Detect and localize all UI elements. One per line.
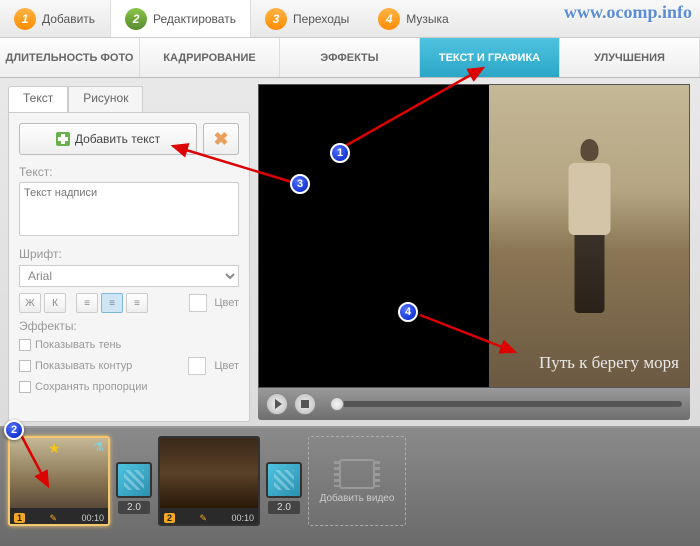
- step-music[interactable]: 4Музыка: [364, 0, 463, 37]
- film-icon: [339, 459, 375, 489]
- marker-1: 1: [330, 143, 350, 163]
- play-button[interactable]: [266, 393, 288, 415]
- font-select[interactable]: Arial: [19, 265, 239, 287]
- panel-tab-text[interactable]: Текст: [8, 86, 68, 112]
- tab-crop[interactable]: КАДРИРОВАНИЕ: [140, 38, 280, 77]
- preview-canvas[interactable]: Путь к берегу моря: [258, 84, 690, 388]
- caption-textarea[interactable]: [19, 182, 239, 236]
- watermark: www.ocomp.info: [564, 2, 692, 23]
- preview-caption[interactable]: Путь к берегу моря: [539, 353, 679, 373]
- shadow-checkbox[interactable]: [19, 339, 31, 351]
- align-center-button[interactable]: ≡: [101, 293, 123, 313]
- tab-enhance[interactable]: УЛУЧШЕНИЯ: [560, 38, 700, 77]
- play-icon: [275, 399, 282, 409]
- seek-bar[interactable]: [330, 401, 682, 407]
- italic-button[interactable]: К: [44, 293, 66, 313]
- text-label: Текст:: [19, 165, 239, 179]
- add-video-button[interactable]: Добавить видео: [308, 436, 406, 526]
- timeline-clip-1[interactable]: ★⚗ 1✎00:10: [8, 436, 110, 526]
- step-transitions[interactable]: 3Переходы: [251, 0, 364, 37]
- keep-ratio-checkbox[interactable]: [19, 381, 31, 393]
- stop-button[interactable]: [294, 393, 316, 415]
- marker-2: 2: [4, 420, 24, 440]
- edit-sub-tabs: ДЛИТЕЛЬНОСТЬ ФОТО КАДРИРОВАНИЕ ЭФФЕКТЫ Т…: [0, 38, 700, 78]
- outline-checkbox[interactable]: [19, 360, 31, 372]
- panel-tab-image[interactable]: Рисунок: [68, 86, 143, 112]
- delete-text-button[interactable]: ✖: [203, 123, 239, 155]
- plus-icon: [56, 132, 70, 146]
- seek-thumb[interactable]: [330, 397, 344, 411]
- flask-icon: ⚗: [93, 440, 104, 454]
- step-add[interactable]: 1Добавить: [0, 0, 110, 37]
- tab-text-graphics[interactable]: ТЕКСТ И ГРАФИКА: [420, 38, 560, 77]
- add-text-button[interactable]: Добавить текст: [19, 123, 197, 155]
- tab-effects[interactable]: ЭФФЕКТЫ: [280, 38, 420, 77]
- align-right-button[interactable]: ≡: [126, 293, 148, 313]
- tab-duration[interactable]: ДЛИТЕЛЬНОСТЬ ФОТО: [0, 38, 140, 77]
- align-left-button[interactable]: ≡: [76, 293, 98, 313]
- pencil-icon: ✎: [49, 513, 57, 524]
- marker-3: 3: [290, 174, 310, 194]
- marker-4: 4: [398, 302, 418, 322]
- delete-icon: ✖: [213, 129, 228, 150]
- transition-2[interactable]: 2.0: [266, 462, 302, 498]
- effects-label: Эффекты:: [19, 319, 239, 333]
- pencil-icon: ✎: [199, 513, 207, 524]
- side-panel: Текст Рисунок Добавить текст ✖ Текст: Шр…: [0, 78, 258, 426]
- timeline: ★⚗ 1✎00:10 2.0 2✎00:10 2.0 Добавить виде…: [0, 426, 700, 546]
- step-edit[interactable]: 2Редактировать: [110, 0, 251, 37]
- stop-icon: [301, 400, 309, 408]
- outline-color-chip[interactable]: [188, 357, 206, 375]
- text-color-chip[interactable]: [189, 294, 207, 312]
- photo: [489, 85, 689, 387]
- color-label: Цвет: [214, 297, 239, 309]
- star-icon: ★: [48, 440, 61, 457]
- playback-controls: [258, 388, 690, 420]
- transition-1[interactable]: 2.0: [116, 462, 152, 498]
- timeline-clip-2[interactable]: 2✎00:10: [158, 436, 260, 526]
- font-label: Шрифт:: [19, 247, 239, 261]
- bold-button[interactable]: Ж: [19, 293, 41, 313]
